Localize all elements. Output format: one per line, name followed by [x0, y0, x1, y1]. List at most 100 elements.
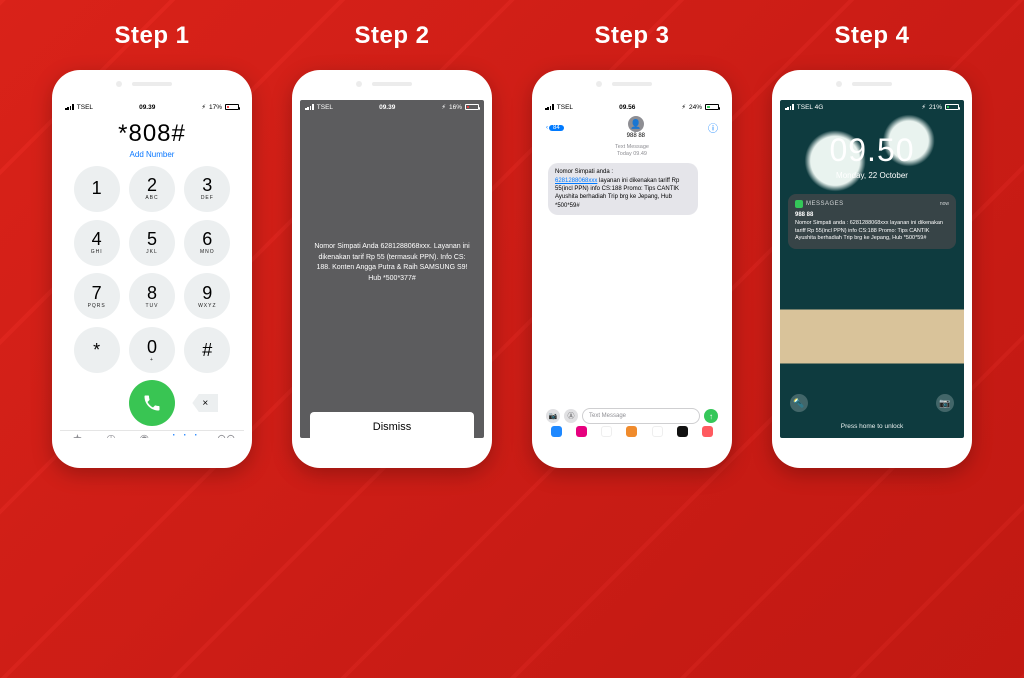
app-strip [540, 424, 724, 438]
apps-button[interactable]: Ⓐ [564, 409, 578, 423]
screen-ussd: TSEL 09.39 ⚡︎16% Nomor Simpati Anda 6281… [300, 100, 484, 438]
battery-pct: 24% [689, 104, 702, 111]
phone-frame-1: TSEL 09.39 ⚡︎17% *808# Add Number 1 2ABC… [52, 70, 252, 468]
app-icon[interactable] [551, 426, 562, 437]
battery-pct: 21% [929, 104, 942, 111]
notification-body: Nomor Simpati anda : 6281288068xxx layan… [795, 220, 949, 242]
star-icon: ★ [72, 434, 82, 438]
composer: 📷 Ⓐ Text Message ↑ [540, 408, 724, 424]
charging-icon: ⚡︎ [441, 103, 446, 111]
app-icon[interactable] [626, 426, 637, 437]
key-1[interactable]: 1 [74, 166, 120, 212]
notification-time: now [940, 201, 949, 208]
screen-lock[interactable]: TSEL 4G ⚡︎21% 09.50 Monday, 22 October M… [780, 100, 964, 438]
tab-favorites[interactable]: ★Favorites [67, 434, 88, 438]
status-bar: TSEL 09.39 ⚡︎17% [60, 100, 244, 114]
notification-card[interactable]: MESSAGES now 988 88 Nomor Simpati anda :… [788, 194, 956, 249]
status-time: 09.56 [619, 104, 635, 111]
contact-name: 988 88 [627, 133, 645, 139]
send-button[interactable]: ↑ [704, 409, 718, 423]
voicemail-icon: ⊙⊙ [217, 434, 235, 438]
thread-type-label: Text Message [540, 144, 724, 151]
key-0[interactable]: 0+ [129, 327, 175, 373]
camera-icon: 📷 [939, 398, 950, 409]
lock-date: Monday, 22 October [780, 171, 964, 180]
messages-app-icon [795, 200, 803, 208]
key-star[interactable]: * [74, 327, 120, 373]
battery-pct: 16% [449, 104, 462, 111]
app-icon[interactable] [702, 426, 713, 437]
press-home-label: Press home to unlock [780, 423, 964, 430]
message-bubble[interactable]: Nomor Simpati anda : 6281288068xxx layan… [548, 163, 698, 215]
keypad-icon: ⋮⋮⋮ [168, 434, 201, 438]
key-3[interactable]: 3DEF [184, 166, 230, 212]
carrier-label: TSEL [317, 104, 333, 111]
step-4: Step 4 TSEL 4G ⚡︎21% 09.50 Monday, 22 Oc… [772, 70, 972, 638]
tab-recents[interactable]: ◷Recents [102, 434, 120, 438]
status-time: 09.39 [379, 104, 395, 111]
call-button[interactable] [129, 380, 175, 426]
phone-icon [142, 393, 162, 413]
thread-timestamp: Today 09.49 [540, 151, 724, 158]
carrier-label: TSEL [77, 104, 93, 111]
step-4-label: Step 4 [834, 22, 909, 50]
battery-icon [705, 104, 719, 110]
message-input[interactable]: Text Message [582, 408, 700, 424]
app-icon[interactable] [576, 426, 587, 437]
key-7[interactable]: 7PQRS [74, 273, 120, 319]
camera-shortcut-button[interactable]: 📷 [936, 394, 954, 412]
dismiss-button[interactable]: Dismiss [310, 412, 474, 438]
step-2: Step 2 TSEL 09.39 ⚡︎16% Nomor Simpati An… [292, 70, 492, 638]
charging-icon: ⚡︎ [201, 103, 206, 111]
key-8[interactable]: 8TUV [129, 273, 175, 319]
signal-icon [65, 104, 74, 110]
flashlight-button[interactable]: 🔦 [790, 394, 808, 412]
camera-icon: 📷 [549, 412, 558, 420]
key-2[interactable]: 2ABC [129, 166, 175, 212]
notification-title: 988 88 [795, 211, 949, 219]
info-button[interactable]: ⓘ [708, 120, 718, 135]
screen-messages: TSEL 09.56 ⚡︎24% ‹84 👤 988 88 ⓘ Text Mes… [540, 100, 724, 438]
key-5[interactable]: 5JKL [129, 220, 175, 266]
step-3-label: Step 3 [594, 22, 669, 50]
ussd-message: Nomor Simpati Anda 6281288068xxx. Layana… [300, 114, 484, 412]
battery-icon [225, 104, 239, 110]
key-4[interactable]: 4GHI [74, 220, 120, 266]
contact-header[interactable]: 👤 988 88 [627, 116, 645, 139]
charging-icon: ⚡︎ [681, 103, 686, 111]
keypad: 1 2ABC 3DEF 4GHI 5JKL 6MNO 7PQRS 8TUV 9W… [60, 161, 244, 376]
add-number-link[interactable]: Add Number [60, 150, 244, 159]
tab-bar: ★Favorites ◷Recents ◉Contacts ⋮⋮⋮Keypad … [60, 430, 244, 438]
camera-button[interactable]: 📷 [546, 409, 560, 423]
signal-icon [785, 104, 794, 110]
phone-frame-4: TSEL 4G ⚡︎21% 09.50 Monday, 22 October M… [772, 70, 972, 468]
tab-keypad[interactable]: ⋮⋮⋮Keypad [168, 434, 201, 438]
person-icon: ◉ [139, 434, 149, 438]
app-icon[interactable] [652, 426, 663, 437]
status-bar: TSEL 4G ⚡︎21% [780, 100, 964, 114]
key-6[interactable]: 6MNO [184, 220, 230, 266]
battery-icon [945, 104, 959, 110]
tab-voicemail[interactable]: ⊙⊙Voicemail [215, 434, 236, 438]
step-3: Step 3 TSEL 09.56 ⚡︎24% ‹84 👤 988 88 ⓘ [532, 70, 732, 638]
lock-clock: 09.50 [780, 132, 964, 169]
appstore-icon: Ⓐ [568, 411, 575, 421]
key-9[interactable]: 9WXYZ [184, 273, 230, 319]
notification-app-name: MESSAGES [806, 200, 844, 208]
unread-badge: 84 [549, 125, 564, 131]
signal-icon [545, 104, 554, 110]
dialed-number: *808# [60, 120, 244, 148]
clock-icon: ◷ [106, 434, 116, 438]
key-hash[interactable]: # [184, 327, 230, 373]
phone-frame-3: TSEL 09.56 ⚡︎24% ‹84 👤 988 88 ⓘ Text Mes… [532, 70, 732, 468]
delete-button[interactable]: × [192, 394, 218, 412]
app-icon[interactable] [601, 426, 612, 437]
step-2-label: Step 2 [354, 22, 429, 50]
flashlight-icon: 🔦 [793, 398, 804, 409]
back-button[interactable]: ‹84 [546, 125, 564, 131]
app-icon[interactable] [677, 426, 688, 437]
status-time: 09.39 [139, 104, 155, 111]
screen-dialer: TSEL 09.39 ⚡︎17% *808# Add Number 1 2ABC… [60, 100, 244, 438]
message-link[interactable]: 6281288068xxx [555, 178, 597, 184]
tab-contacts[interactable]: ◉Contacts [134, 434, 154, 438]
